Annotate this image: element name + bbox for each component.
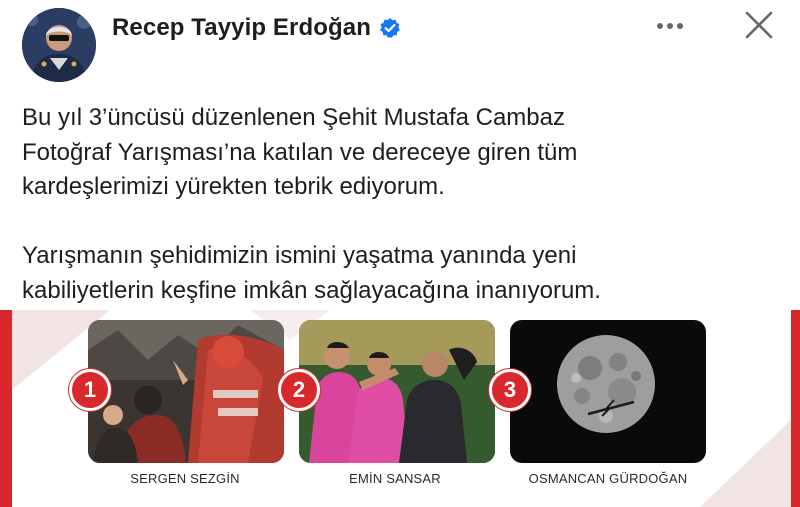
more-options-icon[interactable] [652, 12, 688, 40]
winner-photo-3[interactable] [510, 320, 706, 463]
verified-badge-icon [380, 18, 400, 38]
post-text-line: kabiliyetlerin keşfine imkân sağlayacağı… [22, 276, 601, 304]
rank-badge-1: 1 [69, 369, 111, 411]
avatar[interactable] [22, 8, 96, 82]
winner-photo-2[interactable] [299, 320, 495, 463]
post-text-line: Bu yıl 3’üncüsü düzenlenen Şehit Mustafa… [22, 104, 565, 131]
author-row: Recep Tayyip Erdoğan [112, 14, 401, 42]
winner-name-2: EMİN SANSAR [349, 471, 441, 486]
post-text-line: Yarışmanın şehidimizin ismini yaşatma ya… [22, 242, 577, 269]
rank-badge-3: 3 [489, 369, 531, 411]
winner-photo-1[interactable] [88, 320, 284, 463]
winner-name-1: SERGEN SEZGİN [130, 471, 240, 486]
author-name[interactable]: Recep Tayyip Erdoğan [112, 14, 371, 42]
post-header: Recep Tayyip Erdoğan [0, 0, 800, 90]
post-text-line: Fotoğraf Yarışması’na katılan ve derecey… [22, 138, 578, 166]
rank-badge-2: 2 [278, 369, 320, 411]
post-body: Bu yıl 3’üncüsü düzenlenen Şehit Mustafa… [22, 101, 782, 308]
post-image[interactable]: 1 2 3 SERGEN SEZGİN EMİN SANSAR OSMANCAN… [0, 310, 800, 507]
winner-name-3: OSMANCAN GÜRDOĞAN [528, 471, 688, 486]
post-text-line: kardeşlerimizi yürekten tebrik ediyorum. [22, 173, 445, 200]
close-icon[interactable] [738, 8, 780, 46]
